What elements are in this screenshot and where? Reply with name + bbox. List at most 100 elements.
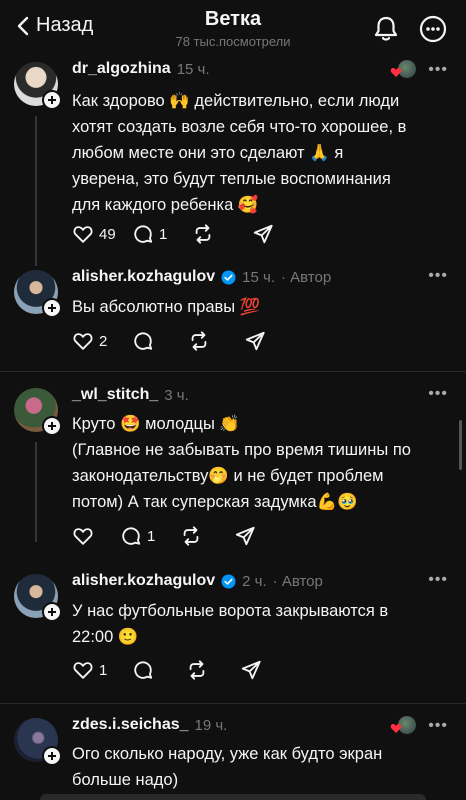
- like-button[interactable]: [72, 525, 120, 547]
- send-icon: [235, 526, 255, 546]
- text-line: Круто 🤩 молодцы 👏: [72, 415, 240, 433]
- like-button[interactable]: 2: [72, 330, 132, 352]
- comment-icon: [122, 527, 141, 545]
- post-actions: 1: [72, 525, 294, 547]
- thread-line: [35, 116, 37, 266]
- text-line: законодательству🤭 и не будет проблем: [72, 467, 384, 485]
- follow-plus-button[interactable]: [42, 416, 62, 436]
- thread-post: alisher.kozhagulov 15 ч. · Автор ••• Вы …: [0, 268, 466, 368]
- thread-line: [35, 442, 37, 542]
- post-text: Как здорово 🙌 действительно, если люди х…: [72, 88, 456, 218]
- send-icon: [245, 331, 265, 351]
- verified-badge-icon: [221, 269, 236, 285]
- share-button[interactable]: [234, 525, 294, 547]
- post-meta: dr_algozhina 15 ч.: [72, 60, 210, 78]
- post-time: 15 ч.: [176, 60, 210, 78]
- repost-icon: [189, 660, 205, 680]
- repost-button[interactable]: [188, 330, 244, 352]
- reply-button[interactable]: [132, 659, 186, 681]
- text-line: любом месте они это сделают 🙏 я: [72, 144, 344, 162]
- thread-post: alisher.kozhagulov 2 ч. · Автор ••• У на…: [0, 572, 466, 702]
- username[interactable]: alisher.kozhagulov: [72, 572, 215, 590]
- post-time: 2 ч.: [242, 572, 267, 590]
- liked-by-author: [386, 716, 417, 736]
- username[interactable]: _wl_stitch_: [72, 386, 158, 404]
- follow-plus-button[interactable]: [42, 298, 62, 318]
- text-line: для каждого ребенка 🥰: [72, 196, 259, 214]
- follow-plus-button[interactable]: [42, 746, 62, 766]
- heart-icon: [73, 226, 93, 243]
- username[interactable]: dr_algozhina: [72, 60, 171, 78]
- reply-button[interactable]: 1: [120, 525, 180, 547]
- like-button[interactable]: 49: [72, 223, 132, 245]
- share-button[interactable]: [244, 330, 304, 352]
- like-count: 1: [99, 661, 108, 679]
- plus-icon: [48, 96, 56, 104]
- post-meta: _wl_stitch_ 3 ч.: [72, 386, 189, 404]
- reply-count: 1: [147, 527, 156, 545]
- heart-icon: [73, 528, 93, 545]
- follow-plus-button[interactable]: [42, 602, 62, 622]
- reply-composer-edge[interactable]: [40, 794, 426, 800]
- reply-button[interactable]: 1: [132, 223, 192, 245]
- text-line: потом) А так суперская задумка💪🥹: [72, 493, 358, 511]
- heart-badge-icon: [390, 724, 402, 733]
- comment-icon: [134, 661, 153, 679]
- more-options-icon[interactable]: •••: [428, 572, 448, 588]
- text-line: Как здорово 🙌 действительно, если люди: [72, 92, 400, 110]
- repost-icon: [195, 224, 211, 244]
- divider: [0, 371, 466, 372]
- more-options-icon[interactable]: •••: [428, 62, 448, 78]
- divider: [0, 703, 466, 704]
- thread-post: _wl_stitch_ 3 ч. ••• Круто 🤩 молодцы 👏 (…: [0, 386, 466, 566]
- username[interactable]: alisher.kozhagulov: [72, 268, 215, 286]
- post-tools: •••: [386, 60, 448, 80]
- scrollbar[interactable]: [459, 420, 462, 470]
- plus-icon: [48, 422, 56, 430]
- avatar[interactable]: [14, 574, 62, 622]
- post-tools: •••: [428, 386, 448, 402]
- post-actions: 1: [72, 659, 300, 681]
- post-meta: alisher.kozhagulov 2 ч. · Автор: [72, 572, 323, 590]
- heart-icon: [73, 333, 93, 350]
- post-time: 19 ч.: [194, 716, 228, 734]
- more-options-icon[interactable]: •••: [428, 718, 448, 734]
- more-options-icon[interactable]: •••: [428, 268, 448, 284]
- repost-button[interactable]: [192, 223, 252, 245]
- text-line: хотят создать возле себя что-то хорошее,…: [72, 118, 407, 136]
- post-time: 15 ч.: [242, 268, 275, 286]
- more-options-icon[interactable]: •••: [428, 386, 448, 402]
- post-actions: 2: [72, 330, 304, 352]
- follow-plus-button[interactable]: [42, 90, 62, 110]
- heart-icon: [73, 662, 93, 679]
- post-meta: zdes.i.seichas_ 19 ч.: [72, 716, 227, 734]
- post-meta: alisher.kozhagulov 15 ч. · Автор: [72, 268, 331, 286]
- like-count: 2: [99, 332, 108, 350]
- post-text: Круто 🤩 молодцы 👏 (Главное не забывать п…: [72, 411, 456, 515]
- repost-button[interactable]: [186, 659, 240, 681]
- avatar[interactable]: [14, 62, 62, 110]
- avatar[interactable]: [14, 270, 62, 318]
- avatar[interactable]: [14, 388, 62, 436]
- text-line: Ого сколько народу, уже как будто экран: [72, 745, 383, 763]
- share-button[interactable]: [252, 223, 312, 245]
- repost-icon: [183, 526, 199, 546]
- liked-by-author: [386, 60, 417, 80]
- more-circle-icon[interactable]: [418, 14, 448, 44]
- heart-badge-icon: [390, 68, 402, 77]
- author-badge: · Автор: [272, 572, 323, 590]
- plus-icon: [48, 304, 56, 312]
- send-icon: [241, 660, 261, 680]
- username[interactable]: zdes.i.seichas_: [72, 716, 189, 734]
- like-button[interactable]: 1: [72, 659, 132, 681]
- repost-button[interactable]: [180, 525, 234, 547]
- comment-icon: [134, 225, 153, 243]
- verified-badge-icon: [221, 573, 236, 589]
- bell-icon[interactable]: [371, 14, 401, 44]
- share-button[interactable]: [240, 659, 300, 681]
- post-time: 3 ч.: [164, 386, 189, 404]
- reply-button[interactable]: [132, 330, 188, 352]
- avatar[interactable]: [14, 718, 62, 766]
- plus-icon: [48, 752, 56, 760]
- send-icon: [253, 224, 273, 244]
